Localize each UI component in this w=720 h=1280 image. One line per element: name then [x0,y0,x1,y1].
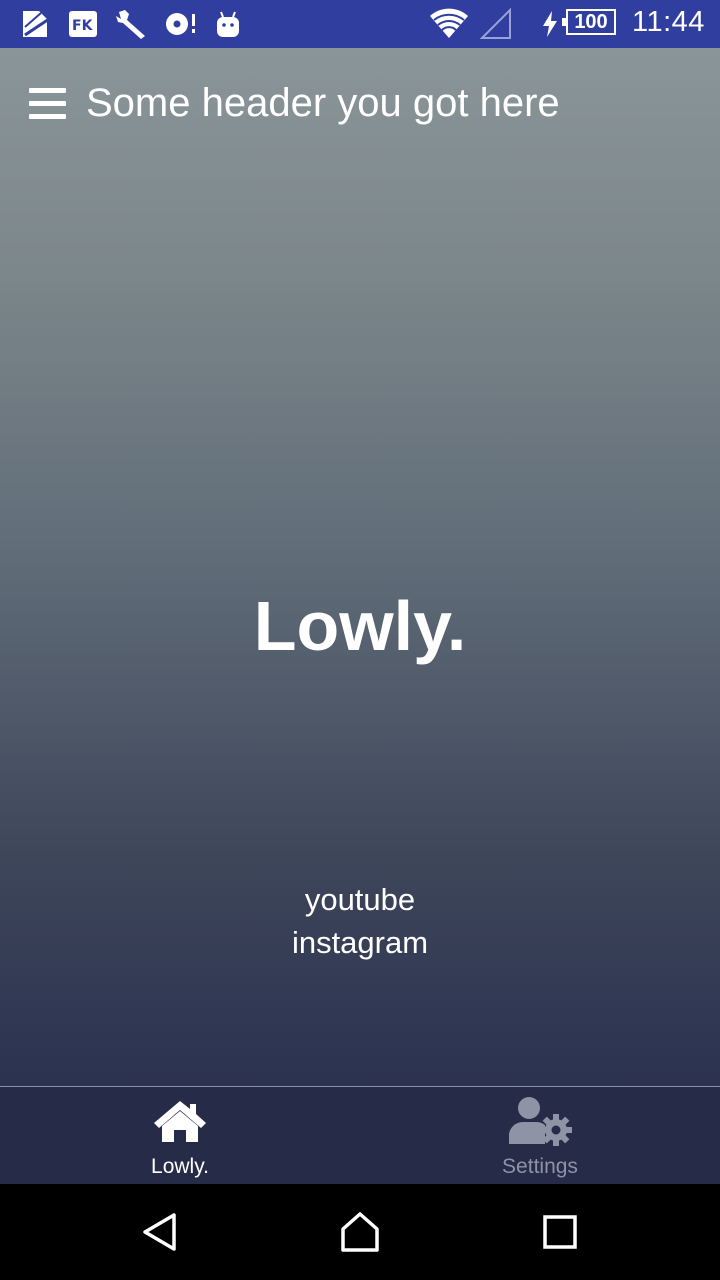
wrench-icon [114,8,150,40]
fk-icon: FK [68,8,98,40]
main-content: Some header you got here Lowly. youtube … [0,48,720,1086]
hamburger-menu-icon[interactable] [29,88,66,120]
brand-title: Lowly. [253,587,467,665]
app-screen: FK 100 11:44 Some header you got here Lo… [0,0,720,1280]
social-links: youtube instagram [0,878,720,964]
tab-settings[interactable]: Settings [360,1087,720,1184]
tab-lowly[interactable]: Lowly. [0,1087,360,1184]
bottom-tab-bar: Lowly. Settings [0,1086,720,1184]
disc-icon [164,8,198,40]
status-bar: FK 100 11:44 [0,0,720,48]
wifi-icon [428,8,470,40]
cell-signal-icon [480,8,512,40]
battery-level: 100 [574,10,608,33]
home-icon [0,1097,360,1145]
home-nav-icon[interactable] [336,1208,384,1256]
app-header: Some header you got here [0,48,720,164]
header-title: Some header you got here [86,81,560,125]
svg-text:FK: FK [72,18,94,34]
system-nav-bar [0,1184,720,1280]
document-icon [18,8,54,40]
tab-settings-label: Settings [502,1155,578,1178]
clock: 11:44 [632,6,705,38]
instagram-link[interactable]: instagram [0,921,720,964]
user-settings-icon [360,1097,720,1146]
recents-icon[interactable] [536,1208,584,1256]
battery-icon: 100 [562,9,616,35]
android-icon [214,8,242,40]
tab-lowly-label: Lowly. [151,1155,209,1178]
youtube-link[interactable]: youtube [0,878,720,921]
charging-icon [540,8,560,40]
back-icon[interactable] [136,1208,184,1256]
